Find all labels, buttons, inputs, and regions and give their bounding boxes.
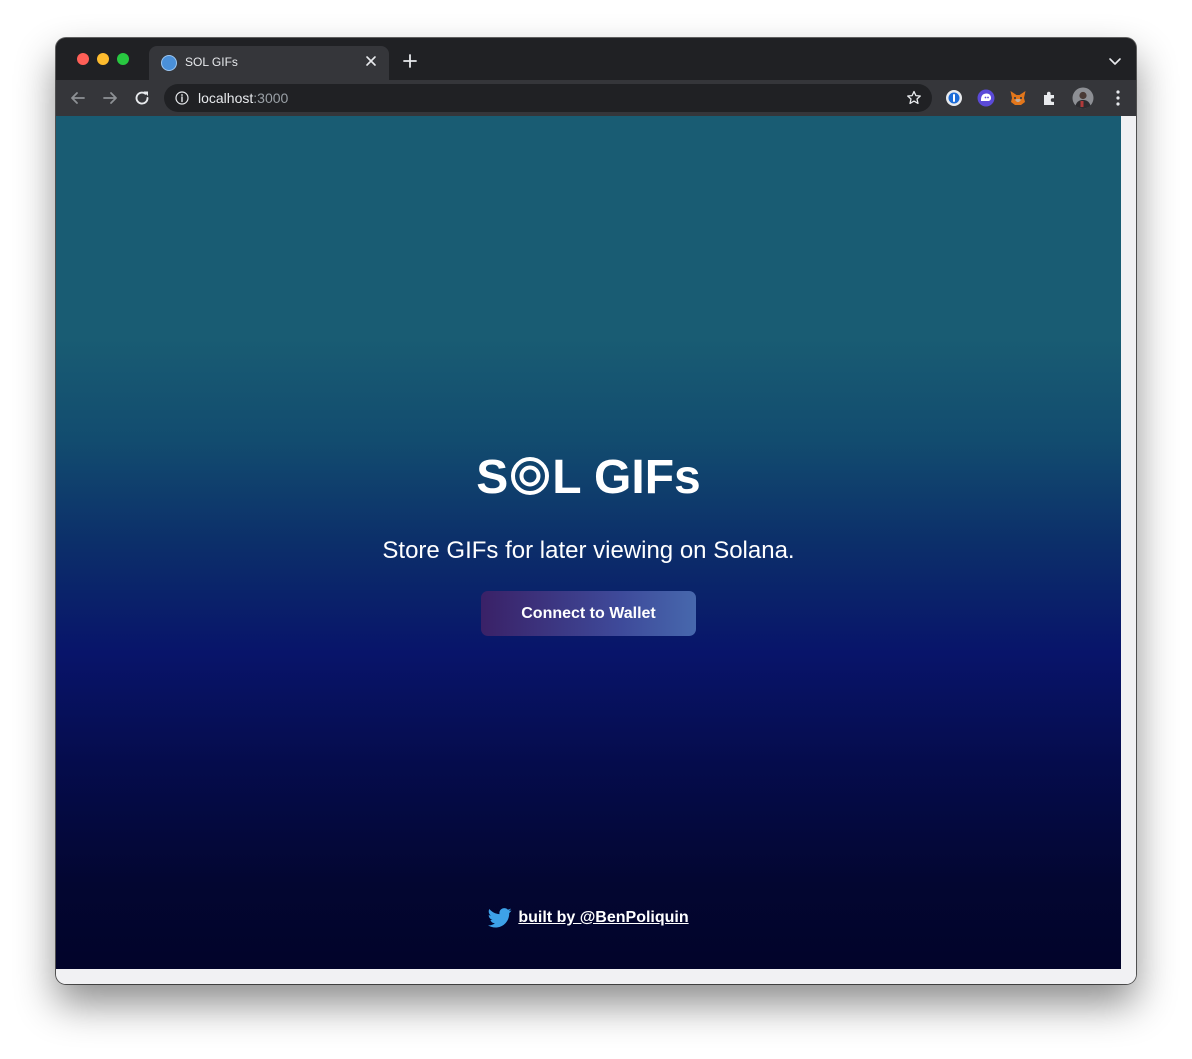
- arrow-left-icon: [71, 92, 85, 104]
- minimize-window-button[interactable]: [97, 53, 109, 65]
- url-host: localhost: [198, 90, 254, 106]
- page-content: S L GIFs Store GIFs for later viewing on…: [56, 116, 1121, 969]
- author-link[interactable]: built by @BenPoliquin: [518, 909, 688, 927]
- new-tab-button[interactable]: [401, 52, 419, 70]
- url-port: :3000: [253, 90, 289, 106]
- plus-icon: [403, 54, 417, 68]
- title-text-start: S: [476, 451, 509, 504]
- page-viewport: S L GIFs Store GIFs for later viewing on…: [56, 116, 1136, 984]
- footer: built by @BenPoliquin: [56, 908, 1121, 928]
- star-icon[interactable]: [906, 90, 922, 106]
- close-window-button[interactable]: [77, 53, 89, 65]
- metamask-fox-icon[interactable]: [1009, 89, 1027, 107]
- twitter-icon: [488, 908, 512, 928]
- chevron-down-icon: [1109, 58, 1121, 65]
- browser-window: SOL GIFs localhost:3000 S L GIFs Store G…: [56, 38, 1136, 984]
- page-title: S L GIFs: [56, 448, 1121, 508]
- maximize-window-button[interactable]: [117, 53, 129, 65]
- title-bar: SOL GIFs: [56, 38, 1136, 80]
- connect-wallet-button[interactable]: Connect to Wallet: [481, 591, 696, 636]
- tab-search-button[interactable]: [1108, 54, 1122, 68]
- back-button[interactable]: [68, 88, 88, 108]
- three-dots-icon[interactable]: [1116, 90, 1120, 106]
- phantom-ghost-icon[interactable]: [977, 89, 995, 107]
- vertical-scrollbar[interactable]: [1121, 116, 1136, 984]
- solana-ring-icon: [511, 457, 550, 496]
- url-text[interactable]: localhost:3000: [198, 90, 288, 106]
- close-icon: [366, 56, 376, 66]
- browser-toolbar: localhost:3000: [56, 80, 1136, 116]
- profile-avatar[interactable]: [1072, 87, 1094, 109]
- info-icon[interactable]: [175, 91, 189, 105]
- reload-button[interactable]: [132, 88, 152, 108]
- favicon-icon: [161, 55, 177, 71]
- tab-title: SOL GIFs: [185, 55, 238, 69]
- title-text-end: L GIFs: [552, 451, 701, 504]
- arrow-right-icon: [103, 92, 117, 104]
- puzzle-piece-icon[interactable]: [1041, 89, 1059, 107]
- forward-button[interactable]: [100, 88, 120, 108]
- reload-icon: [135, 91, 149, 105]
- one-password-icon[interactable]: [945, 89, 963, 107]
- horizontal-scrollbar[interactable]: [56, 969, 1136, 984]
- page-subtitle: Store GIFs for later viewing on Solana.: [382, 537, 795, 564]
- address-bar[interactable]: localhost:3000: [164, 84, 932, 112]
- tab-sol-gifs[interactable]: SOL GIFs: [149, 46, 389, 80]
- tab-close-button[interactable]: [363, 53, 379, 69]
